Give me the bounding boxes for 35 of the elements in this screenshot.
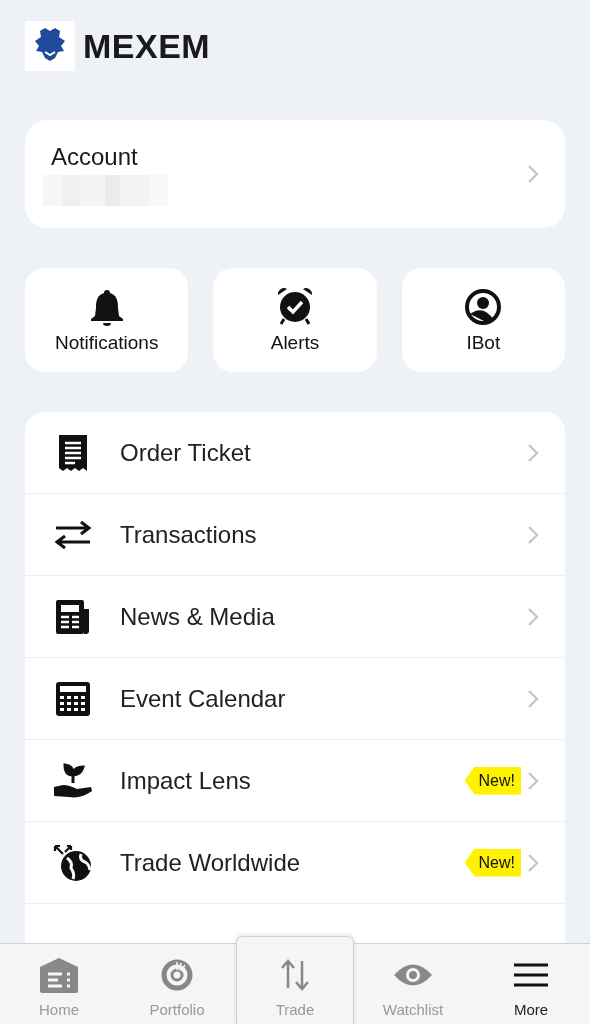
newspaper-icon — [54, 598, 92, 635]
pie-chart-icon — [161, 959, 193, 991]
menu-icon — [513, 963, 549, 987]
chevron-right-icon — [527, 770, 539, 791]
shortcut-tile[interactable]: IBot — [401, 268, 565, 372]
chevron-right-icon — [527, 606, 539, 627]
new-badge: New! — [464, 766, 521, 795]
shortcut-tile[interactable]: Alerts — [213, 268, 377, 372]
menu-item[interactable]: Trade Worldwide New! — [25, 822, 565, 904]
menu-item[interactable]: Transactions — [25, 494, 565, 576]
transfer-arrows-icon — [54, 518, 92, 551]
brand-name: MEXEM — [83, 26, 211, 66]
chevron-right-icon — [527, 442, 539, 463]
globe-with-arrows-icon — [53, 843, 93, 882]
new-badge: New! — [464, 848, 521, 877]
menu-item[interactable]: Order Ticket — [25, 412, 565, 494]
lion-logo-icon — [25, 21, 75, 71]
shortcut-tile[interactable]: Notifications — [25, 268, 189, 372]
bell-icon — [89, 288, 124, 326]
account-card[interactable]: Account — [25, 120, 565, 228]
chevron-right-icon — [527, 852, 539, 873]
alarm-clock-icon — [275, 286, 315, 326]
hand-with-sprout-icon — [53, 762, 93, 799]
home-icon — [39, 957, 79, 993]
calendar-icon — [55, 680, 91, 717]
menu-item[interactable]: Event Calendar — [25, 658, 565, 740]
chevron-right-icon — [527, 688, 539, 709]
chevron-right-icon — [527, 524, 539, 545]
chevron-right-icon — [527, 164, 539, 184]
account-title: Account — [51, 142, 139, 171]
menu-item[interactable]: News & Media — [25, 576, 565, 658]
eye-icon — [393, 962, 433, 988]
up-down-arrows-icon — [278, 958, 312, 992]
tab[interactable]: More — [472, 944, 590, 1024]
menu-item[interactable]: Impact Lens New! — [25, 740, 565, 822]
